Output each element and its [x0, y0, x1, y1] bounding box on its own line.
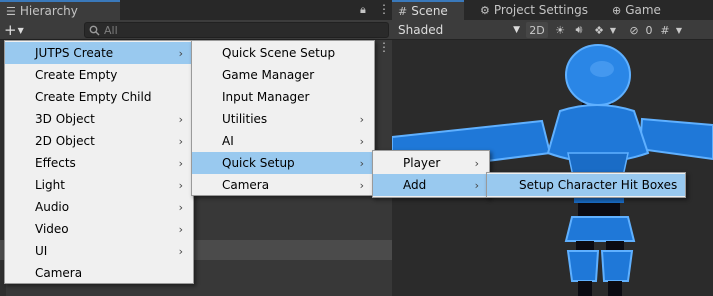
shading-mode-value: Shaded [398, 23, 444, 37]
menu-item-camera[interactable]: Camera [5, 262, 193, 284]
menu-item-jutps-create[interactable]: JUTPS Create › [5, 42, 193, 64]
menu-item-label: Audio [35, 200, 70, 214]
menu-item-ui[interactable]: UI › [5, 240, 193, 262]
menu-item-ai[interactable]: AI › [192, 130, 374, 152]
menu-item-label: Camera [222, 178, 270, 192]
menu-item-label: AI [222, 134, 234, 148]
menu-item-label: Create Empty [35, 68, 118, 82]
hidden-objects-count: 0 [645, 23, 653, 37]
menu-item-player[interactable]: Player › [373, 152, 489, 174]
tab-project-settings-label: Project Settings [493, 3, 588, 17]
chevron-down-icon: ▼ [17, 25, 24, 35]
tab-hierarchy[interactable]: ☰ Hierarchy [0, 0, 120, 20]
chevron-right-icon: › [178, 200, 183, 214]
jutps-create-submenu: Quick Scene Setup Game Manager Input Manag… [191, 40, 375, 196]
menu-item-video[interactable]: Video › [5, 218, 193, 240]
gamepad-icon: ⊕ [612, 3, 622, 17]
chevron-right-icon: › [178, 222, 183, 236]
toggle-2d-label: 2D [529, 23, 545, 37]
scene-panel: # Scene ⚙ Project Settings ⊕ Game Shaded… [392, 0, 713, 296]
menu-item-label: Utilities [222, 112, 268, 126]
menu-item-utilities[interactable]: Utilities › [192, 108, 374, 130]
menu-item-camera[interactable]: Camera › [192, 174, 374, 196]
tab-scene[interactable]: # Scene [392, 0, 464, 20]
tab-game[interactable]: ⊕ Game [606, 0, 676, 20]
quick-setup-submenu: Player › Add › [372, 150, 490, 198]
grid-toggle-icon[interactable]: # [656, 22, 674, 38]
tab-game-label: Game [625, 3, 661, 17]
chevron-right-icon: › [474, 156, 479, 170]
menu-item-setup-character-hit-boxes[interactable]: Setup Character Hit Boxes [487, 174, 685, 196]
menu-item-label: Player [403, 156, 441, 170]
menu-item-label: 2D Object [35, 134, 95, 148]
menu-item-label: Quick Scene Setup [222, 46, 336, 60]
menu-item-input-manager[interactable]: Input Manager [192, 86, 374, 108]
menu-item-effects[interactable]: Effects › [5, 152, 193, 174]
chevron-right-icon: › [178, 134, 183, 148]
chevron-down-icon[interactable]: ▼ [608, 22, 618, 38]
chevron-right-icon: › [178, 178, 183, 192]
list-icon: ☰ [6, 4, 16, 18]
menu-item-audio[interactable]: Audio › [5, 196, 193, 218]
tab-hierarchy-label: Hierarchy [19, 4, 78, 18]
chevron-right-icon: › [178, 244, 183, 258]
lighting-toggle-icon[interactable]: ☀ [552, 22, 568, 38]
toggle-2d-button[interactable]: 2D [526, 22, 548, 38]
kebab-icon[interactable]: ⋮ [378, 40, 390, 54]
chevron-right-icon: › [359, 156, 364, 170]
menu-item-add[interactable]: Add › [373, 174, 489, 196]
tab-scene-label: Scene [411, 4, 448, 18]
menu-item-label: UI [35, 244, 48, 258]
menu-item-create-empty-child[interactable]: Create Empty Child [5, 86, 193, 108]
menu-item-label: Camera [35, 266, 83, 280]
chevron-right-icon: › [359, 178, 364, 192]
chevron-right-icon: › [474, 178, 479, 192]
audio-toggle-icon[interactable]: 🔊︎ [570, 22, 588, 38]
hierarchy-toolbar: + ▼ All [0, 20, 392, 40]
chevron-right-icon: › [178, 112, 183, 126]
chevron-down-icon: ▼ [513, 25, 520, 35]
chevron-right-icon: › [359, 134, 364, 148]
chevron-right-icon: › [359, 112, 364, 126]
menu-item-label: Quick Setup [222, 156, 295, 170]
plus-icon: + [4, 21, 17, 39]
gear-icon: ⚙ [480, 3, 490, 17]
menu-item-label: Effects [35, 156, 76, 170]
add-submenu: Setup Character Hit Boxes [486, 172, 686, 198]
shading-mode-dropdown[interactable]: Shaded ▼ [396, 21, 524, 39]
menu-item-label: Create Empty Child [35, 90, 152, 104]
menu-item-label: Light [35, 178, 65, 192]
lock-icon[interactable]: 🔒︎ [360, 3, 366, 17]
search-input[interactable]: All [84, 22, 389, 38]
kebab-icon[interactable]: ⋮ [378, 2, 390, 16]
create-context-menu: JUTPS Create › Create Empty Create Empty Ch… [4, 40, 194, 284]
menu-item-2d-object[interactable]: 2D Object › [5, 130, 193, 152]
menu-item-label: Video [35, 222, 69, 236]
chevron-right-icon: › [178, 46, 183, 60]
scene-tab-bar: # Scene ⚙ Project Settings ⊕ Game [392, 0, 713, 20]
menu-item-label: Setup Character Hit Boxes [519, 178, 678, 192]
menu-item-label: JUTPS Create [35, 46, 114, 60]
menu-item-label: 3D Object [35, 112, 95, 126]
tab-project-settings[interactable]: ⚙ Project Settings [474, 0, 598, 20]
menu-item-3d-object[interactable]: 3D Object › [5, 108, 193, 130]
menu-item-light[interactable]: Light › [5, 174, 193, 196]
menu-item-label: Game Manager [222, 68, 315, 82]
menu-item-label: Add [403, 178, 427, 192]
menu-item-game-manager[interactable]: Game Manager [192, 64, 374, 86]
chevron-down-icon[interactable]: ▼ [674, 22, 684, 38]
menu-item-label: Input Manager [222, 90, 310, 104]
effects-toggle-icon[interactable]: ❖ [590, 22, 608, 38]
create-button[interactable]: + ▼ [4, 21, 34, 39]
menu-item-quick-scene-setup[interactable]: Quick Scene Setup [192, 42, 374, 64]
search-placeholder: All [104, 23, 118, 37]
hash-icon: # [398, 4, 408, 18]
chevron-right-icon: › [178, 156, 183, 170]
menu-item-create-empty[interactable]: Create Empty [5, 64, 193, 86]
hierarchy-tab-bar: ☰ Hierarchy 🔒︎ ⋮ [0, 0, 392, 20]
scene-toolbar: Shaded ▼ 2D ☀ 🔊︎ ❖ ▼ ⊘ 0 # ▼ [392, 20, 713, 40]
search-icon [89, 25, 100, 35]
menu-item-quick-setup[interactable]: Quick Setup › [192, 152, 374, 174]
